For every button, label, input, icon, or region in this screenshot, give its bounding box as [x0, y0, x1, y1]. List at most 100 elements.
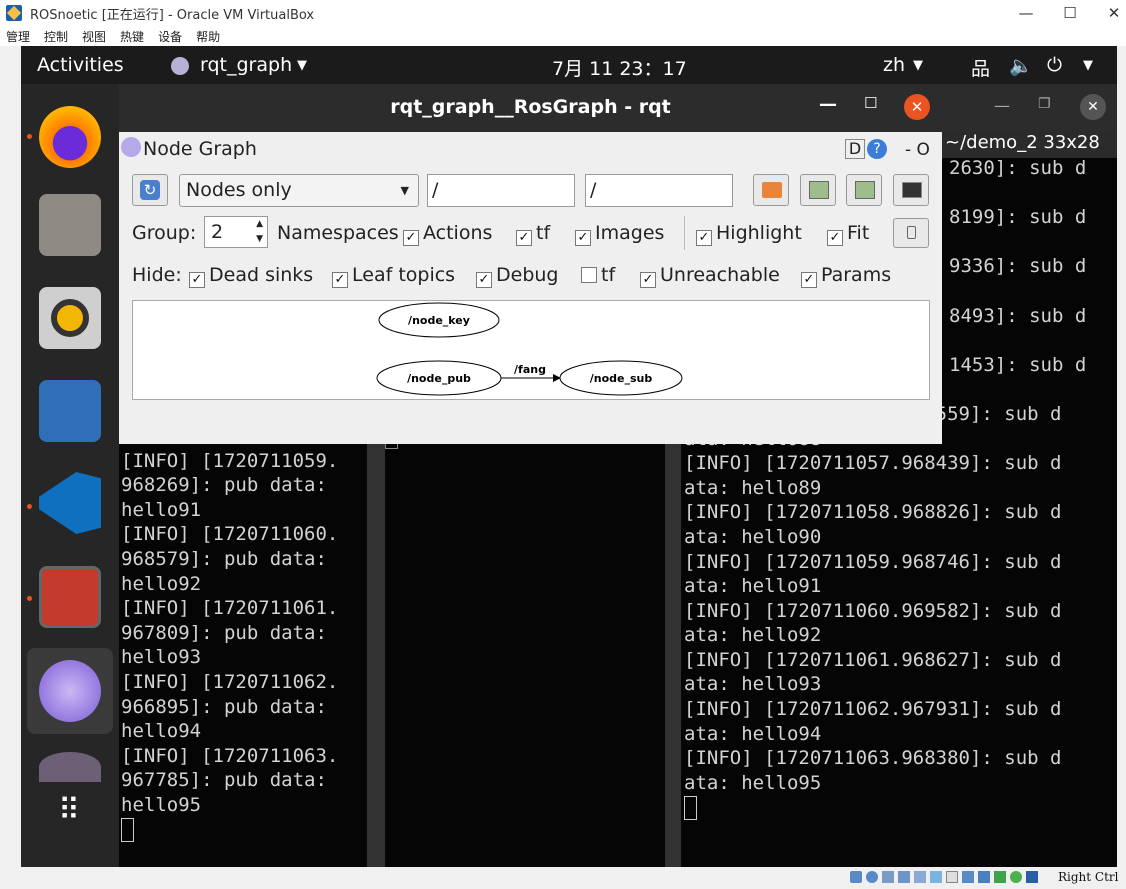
input-language[interactable]: zh — [883, 54, 905, 76]
menu-item-control[interactable]: 控制 — [44, 28, 68, 45]
node-filter-input[interactable]: / — [427, 174, 575, 207]
volume-icon[interactable]: 🔈 — [1009, 54, 1033, 77]
app-menu-label[interactable]: rqt_graph — [200, 54, 292, 76]
globe-icon[interactable] — [1010, 871, 1022, 883]
menu-item-hotkeys[interactable]: 热键 — [120, 28, 144, 45]
graph-mode-select[interactable]: Nodes only ▼ — [179, 174, 419, 207]
terminal-middle[interactable] — [385, 424, 665, 867]
graph-node-pub[interactable]: /node_pub — [376, 360, 502, 396]
graph-canvas[interactable]: /node_key /node_pub /fang /node_sub — [132, 300, 930, 400]
partial-app-icon[interactable] — [39, 752, 101, 782]
tf-option[interactable]: ✓ tf — [516, 222, 562, 246]
tf-checkbox[interactable]: ✓ — [516, 230, 532, 246]
leaf-topics-option[interactable]: ✓ Leaf topics — [332, 264, 467, 288]
pane-separator[interactable] — [367, 424, 385, 867]
params-option[interactable]: ✓ Params — [801, 264, 903, 288]
namespace-option[interactable]: Namespaces — [277, 222, 411, 244]
rhythmbox-icon[interactable] — [39, 287, 101, 349]
rqt-dock-item-active[interactable] — [27, 648, 113, 734]
refresh-icon: ↻ — [140, 180, 160, 200]
mouse-integration-icon[interactable] — [994, 871, 1006, 883]
system-menu-chevron-icon[interactable]: ▼ — [1083, 58, 1093, 73]
fit-checkbox[interactable]: ✓ — [827, 230, 843, 246]
maximize-button[interactable]: ☐ — [1060, 3, 1080, 23]
close-button[interactable]: ✕ — [1104, 3, 1124, 23]
leaf-topics-checkbox[interactable]: ✓ — [332, 272, 348, 288]
terminal-window-header: — ❐ ✕ — [942, 84, 1117, 132]
gnome-topbar: Activities rqt_graph ▼ 7月 11 23：17 zh ▼ … — [21, 46, 1117, 84]
actions-checkbox[interactable]: ✓ — [403, 230, 419, 246]
keyboard-icon[interactable] — [1026, 871, 1038, 883]
unreachable-option[interactable]: ✓ Unreachable — [640, 264, 792, 288]
debug-checkbox[interactable]: ✓ — [476, 272, 492, 288]
debug-option[interactable]: ✓ Debug — [476, 264, 570, 288]
menu-item-help[interactable]: 帮助 — [196, 28, 220, 45]
plugin-dock-controls[interactable]: - O — [905, 140, 930, 160]
terminal-line: ata: hello92 — [684, 624, 822, 647]
fit-in-view-button[interactable] — [893, 218, 929, 248]
shared-folders-icon[interactable] — [930, 871, 942, 883]
files-icon[interactable] — [39, 194, 101, 256]
video-capture-icon[interactable] — [962, 871, 974, 883]
optical-drive-icon[interactable] — [866, 871, 878, 883]
virtualbox-icon — [6, 5, 22, 21]
spin-up-icon[interactable]: ▲ — [256, 217, 263, 231]
audio-icon[interactable] — [882, 871, 894, 883]
vscode-icon[interactable] — [39, 472, 101, 534]
rqt-maximize-button[interactable]: ☐ — [864, 94, 877, 112]
refresh-button[interactable]: ↻ — [132, 174, 168, 206]
fit-option[interactable]: ✓ Fit — [827, 222, 881, 246]
activities-button[interactable]: Activities — [37, 54, 124, 76]
graph-edge-fang[interactable]: /fang — [501, 363, 561, 382]
spin-down-icon[interactable]: ▼ — [256, 232, 263, 246]
params-checkbox[interactable]: ✓ — [801, 272, 817, 288]
save-svg-button[interactable] — [846, 174, 882, 206]
hide-tf-checkbox[interactable] — [581, 267, 597, 283]
terminator-icon[interactable] — [39, 566, 101, 628]
highlight-checkbox[interactable]: ✓ — [696, 230, 712, 246]
hide-tf-option[interactable]: tf — [581, 264, 627, 286]
unreachable-checkbox[interactable]: ✓ — [640, 272, 656, 288]
network-icon[interactable]: 品 — [971, 54, 990, 81]
highlight-option[interactable]: ✓ Highlight — [696, 222, 814, 246]
language-chevron-icon[interactable]: ▼ — [913, 58, 923, 73]
show-applications-icon[interactable]: ⠿ — [39, 796, 101, 858]
help-icon[interactable]: ? — [867, 139, 887, 159]
rqt-minimize-button[interactable]: — — [819, 94, 837, 115]
chevron-down-icon[interactable]: ▼ — [297, 58, 307, 73]
terminal-minimize-button[interactable]: — — [994, 96, 1010, 115]
terminal-close-button[interactable]: ✕ — [1080, 94, 1106, 120]
power-icon[interactable]: ⏻ — [1047, 54, 1062, 76]
minimize-button[interactable]: — — [1016, 3, 1036, 23]
topic-filter-input[interactable]: / — [585, 174, 733, 207]
display-icon[interactable] — [946, 871, 958, 883]
hdd-icon[interactable] — [850, 871, 862, 883]
network-adapter-icon[interactable] — [898, 871, 910, 883]
save-dot-button[interactable] — [800, 174, 836, 206]
graph-node-sub[interactable]: /node_sub — [559, 360, 683, 396]
tf-label: tf — [536, 222, 551, 244]
usb-icon[interactable] — [914, 871, 926, 883]
group-spinbox[interactable]: 2 ▲ ▼ — [204, 216, 268, 248]
menu-item-view[interactable]: 视图 — [82, 28, 106, 45]
menu-item-manage[interactable]: 管理 — [6, 28, 30, 45]
dock-d-button[interactable]: D — [845, 139, 865, 159]
libreoffice-writer-icon[interactable] — [39, 380, 101, 442]
clock[interactable]: 7月 11 23：17 — [552, 54, 687, 81]
load-dot-button[interactable] — [753, 174, 789, 206]
hide-tf-label: tf — [601, 264, 616, 286]
menu-item-devices[interactable]: 设备 — [158, 28, 182, 45]
dead-sinks-option[interactable]: ✓ Dead sinks — [189, 264, 325, 288]
rqt-close-button[interactable]: ✕ — [904, 94, 930, 120]
save-image-button[interactable] — [893, 174, 929, 206]
dead-sinks-checkbox[interactable]: ✓ — [189, 272, 205, 288]
graph-node-key[interactable]: /node_key — [378, 302, 500, 338]
cpu-icon[interactable] — [978, 871, 990, 883]
actions-option[interactable]: ✓ Actions — [403, 222, 504, 246]
terminal-left[interactable]: hello90[INFO] [1720711059.968269]: pub d… — [119, 424, 367, 867]
terminal-maximize-button[interactable]: ❐ — [1038, 96, 1051, 112]
images-option[interactable]: ✓ Images — [575, 222, 676, 246]
images-checkbox[interactable]: ✓ — [575, 230, 591, 246]
firefox-icon[interactable] — [39, 106, 101, 168]
node-graph-plugin: Node Graph D ? - O ↻ Nodes only ▼ / / Gr… — [119, 132, 942, 444]
